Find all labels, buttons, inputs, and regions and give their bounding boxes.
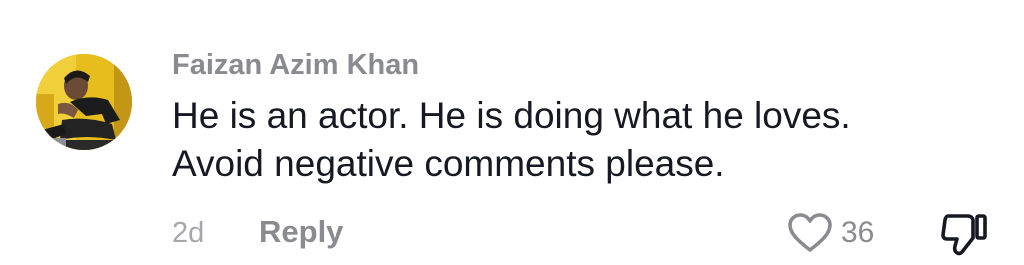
dislike-button[interactable] <box>938 210 990 258</box>
comment-text-line: Avoid negative comments please. <box>172 143 725 184</box>
avatar-photo-icon <box>36 54 132 150</box>
avatar[interactable] <box>36 54 132 150</box>
comment-item: Faizan Azim Khan He is an actor. He is d… <box>0 0 1024 265</box>
comment-text: He is an actor. He is doing what he love… <box>172 92 992 188</box>
thumbs-down-icon[interactable] <box>938 210 990 258</box>
like-count: 36 <box>841 216 875 249</box>
comment-timestamp: 2d <box>172 217 205 249</box>
comment-text-line: He is an actor. He is doing what he love… <box>172 95 851 136</box>
reply-button[interactable]: Reply <box>259 212 343 252</box>
like-button[interactable]: 36 <box>787 210 874 256</box>
heart-outline-icon[interactable] <box>787 212 833 254</box>
comment-author[interactable]: Faizan Azim Khan <box>172 45 419 85</box>
